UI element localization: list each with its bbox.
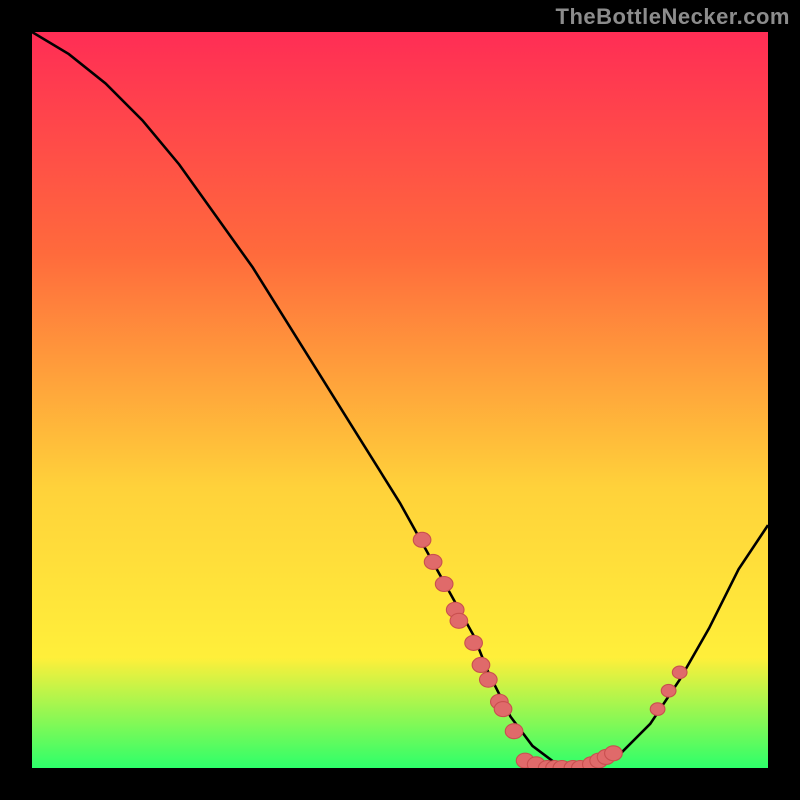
marker-point	[465, 635, 483, 650]
marker-point	[413, 532, 431, 547]
marker-point	[450, 613, 468, 628]
marker-point	[435, 576, 453, 591]
marker-point	[505, 724, 523, 739]
marker-point	[672, 666, 687, 679]
watermark-text: TheBottleNecker.com	[556, 0, 800, 30]
marker-point	[661, 684, 676, 697]
marker-point	[494, 702, 512, 717]
bottleneck-chart	[32, 32, 768, 768]
marker-point	[472, 657, 490, 672]
marker-point	[479, 672, 497, 687]
gradient-background	[32, 32, 768, 768]
marker-point	[424, 554, 442, 569]
marker-point	[650, 703, 665, 716]
marker-point	[605, 746, 623, 761]
